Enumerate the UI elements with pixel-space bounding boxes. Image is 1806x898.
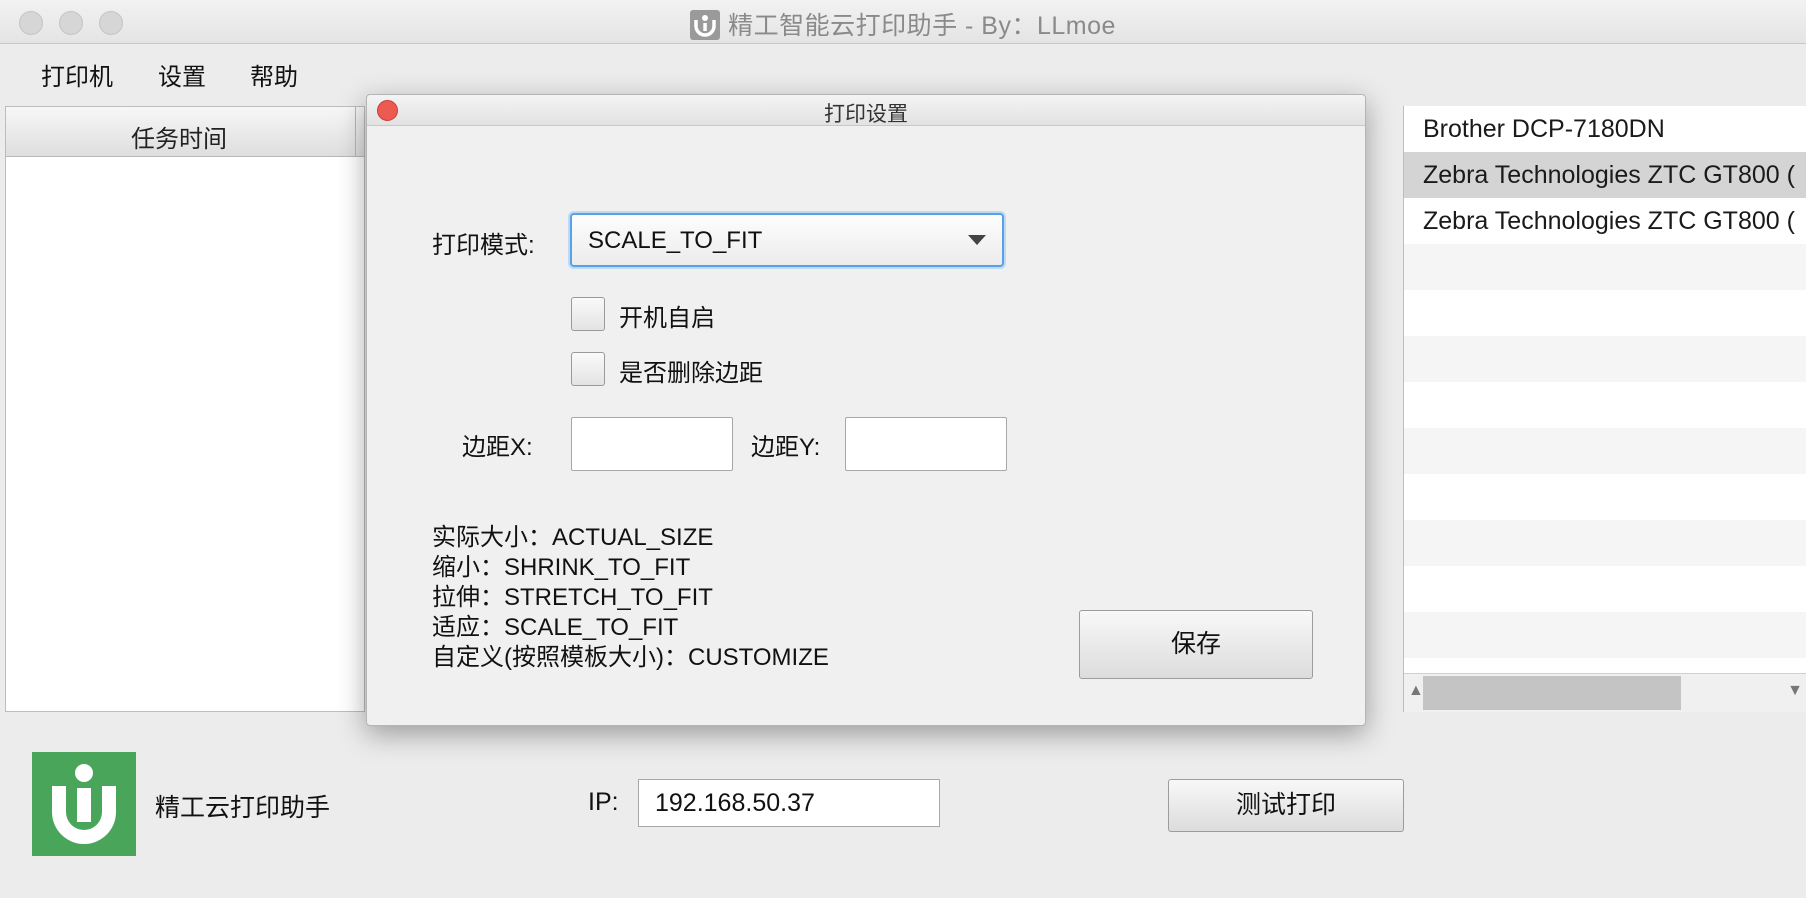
autostart-label[interactable]: 开机自启 — [619, 298, 715, 333]
print-mode-value: SCALE_TO_FIT — [588, 227, 763, 254]
ip-label: IP: — [588, 788, 619, 816]
margin-x-input[interactable] — [571, 417, 733, 471]
horizontal-scrollbar[interactable]: ▲ ▼ — [1404, 673, 1806, 712]
autostart-checkbox[interactable] — [571, 297, 605, 331]
printer-item-selected[interactable]: Zebra Technologies ZTC GT800 ( — [1404, 152, 1806, 198]
print-mode-select[interactable]: SCALE_TO_FIT — [570, 213, 1004, 267]
margin-x-label: 边距X: — [462, 434, 533, 461]
scrollbar-thumb[interactable] — [1423, 676, 1681, 710]
menu-settings[interactable]: 设置 — [158, 57, 206, 92]
window-title: 精工智能云打印助手 - By：LLmoe — [728, 12, 1116, 40]
save-button[interactable]: 保存 — [1079, 610, 1313, 679]
empty-row — [1404, 428, 1806, 474]
remove-margin-checkbox[interactable] — [571, 352, 605, 386]
scroll-left-arrow-icon[interactable]: ▲ — [1408, 682, 1424, 700]
app-window: 精工智能云打印助手 - By：LLmoe 打印机 设置 帮助 任务时间 Brot… — [0, 0, 1806, 898]
empty-row — [1404, 244, 1806, 290]
margin-y-label: 边距Y: — [751, 434, 821, 461]
empty-row — [1404, 290, 1806, 336]
test-print-button[interactable]: 测试打印 — [1168, 779, 1404, 832]
empty-row — [1404, 474, 1806, 520]
info-line-customize: 自定义(按照模板大小)：CUSTOMIZE — [432, 644, 829, 671]
empty-row — [1404, 612, 1806, 658]
empty-row — [1404, 520, 1806, 566]
brand-name: 精工云打印助手 — [155, 794, 331, 822]
printer-list: Brother DCP-7180DN Zebra Technologies ZT… — [1403, 106, 1806, 712]
app-logo-icon — [690, 10, 721, 40]
dialog-title-bar: 打印设置 — [367, 95, 1365, 126]
window-title-wrap: 精工智能云打印助手 - By：LLmoe — [0, 6, 1806, 42]
dialog-title: 打印设置 — [824, 103, 908, 126]
ip-input[interactable] — [638, 779, 940, 827]
empty-row — [1404, 566, 1806, 612]
title-bar: 精工智能云打印助手 - By：LLmoe — [0, 0, 1806, 44]
margin-y-input[interactable] — [845, 417, 1007, 471]
remove-margin-label[interactable]: 是否删除边距 — [619, 353, 763, 388]
printer-item[interactable]: Brother DCP-7180DN — [1404, 106, 1806, 152]
empty-row — [1404, 336, 1806, 382]
print-settings-dialog: 打印设置 打印模式: SCALE_TO_FIT 开机自启 是否删除边距 边距X:… — [366, 94, 1366, 726]
empty-row — [1404, 382, 1806, 428]
app-logo-icon — [32, 752, 136, 856]
task-table: 任务时间 — [5, 106, 365, 712]
print-mode-label: 打印模式: — [432, 232, 535, 259]
bottom-bar: 精工云打印助手 IP: 测试打印 — [0, 714, 1806, 898]
column-task-time[interactable]: 任务时间 — [131, 119, 227, 154]
task-table-header: 任务时间 — [6, 107, 364, 157]
menu-help[interactable]: 帮助 — [250, 57, 298, 92]
printer-item[interactable]: Zebra Technologies ZTC GT800 ( — [1404, 198, 1806, 244]
column-divider[interactable] — [355, 107, 356, 157]
menu-printer[interactable]: 打印机 — [41, 57, 113, 92]
scroll-right-arrow-icon[interactable]: ▼ — [1787, 682, 1803, 700]
chevron-down-icon — [968, 235, 986, 245]
